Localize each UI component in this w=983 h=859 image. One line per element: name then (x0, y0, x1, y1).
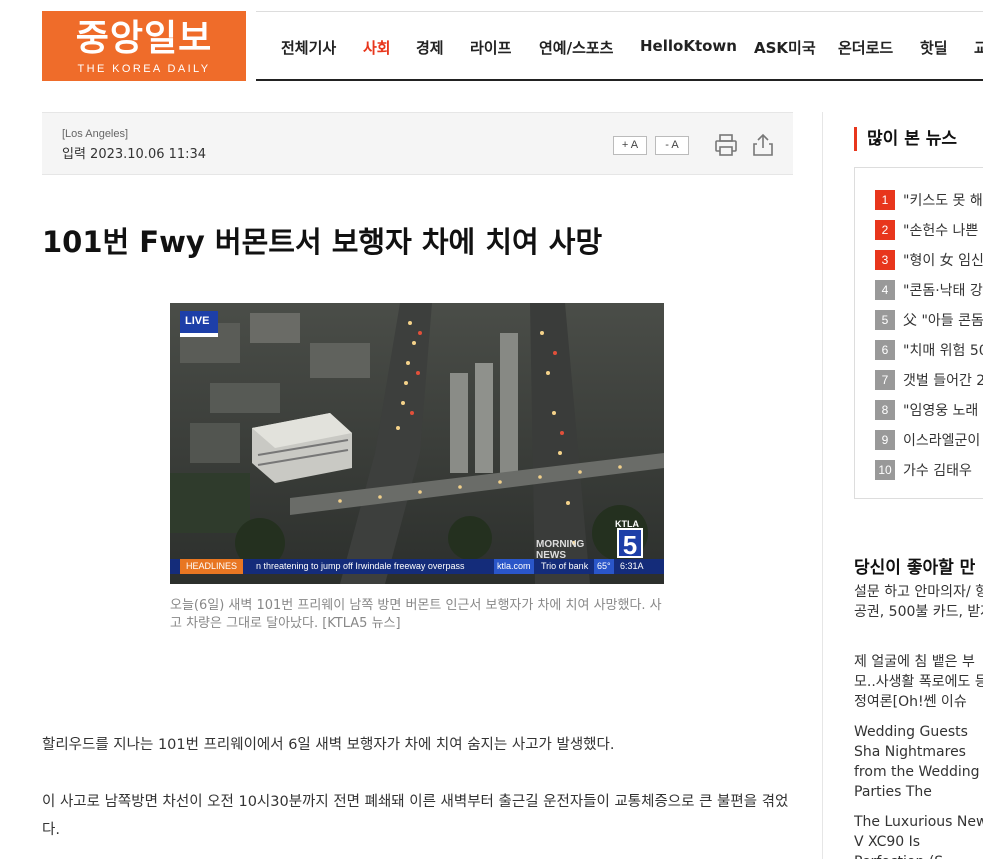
nav-item-society[interactable]: 사회 (363, 37, 391, 58)
popular-news-text: 갯벌 들어간 2 (903, 372, 983, 389)
article-photo[interactable]: LIVE MORNING NEWS KTLA 5 HEADLINES n thr… (170, 303, 664, 584)
rank-badge: 6 (875, 339, 895, 360)
column-divider (822, 112, 823, 859)
article-meta-bar: [Los Angeles] 입력 2023.10.06 11:34 + A - … (42, 112, 793, 175)
rank-badge: 10 (875, 459, 895, 480)
channel-number: 5 (617, 528, 643, 560)
popular-news-text: "형이 女 임신 (903, 252, 983, 269)
live-badge: LIVE (180, 311, 218, 337)
recommended-item[interactable]: 제 얼굴에 침 뱉은 부 모..사생활 폭로에도 등정여론[Oh!쎈 이슈 (854, 652, 983, 714)
popular-news-text: "치매 위험 50 (903, 342, 983, 359)
rank-badge: 7 (875, 369, 895, 390)
live-badge-text: LIVE (185, 315, 210, 327)
nav-item-life[interactable]: 라이프 (470, 37, 511, 58)
popular-news-item[interactable]: 1 "키스도 못 해 (875, 189, 983, 210)
recommended-text: Wedding Guests Sha Nightmares from the W… (854, 724, 980, 800)
share-icon[interactable] (750, 132, 776, 158)
recommended-title: 당신이 좋아할 만 (854, 558, 976, 578)
popular-news-text: 가수 김태우 (903, 462, 972, 479)
logo-english-text: THE KOREA DAILY (77, 63, 211, 75)
popular-news-text: "손헌수 나쁜 (903, 222, 979, 239)
popular-news-item[interactable]: 3 "형이 女 임신 (875, 249, 983, 270)
rank-badge: 9 (875, 429, 895, 450)
rank-badge: 2 (875, 219, 895, 240)
photo-caption: 오늘(6일) 새벽 101번 프리웨이 남쪽 방면 버몬트 인근서 보행자가 차… (170, 598, 662, 631)
news-ticker: HEADLINES n threatening to jump off Irwi… (170, 559, 664, 574)
nav-item-economy[interactable]: 경제 (416, 37, 444, 58)
recommended-text: 설문 하고 안마의자/ 항공권, 500불 카드, 받자 (854, 584, 983, 620)
nav-item-all-articles[interactable]: 전체기사 (281, 37, 336, 58)
article-location: [Los Angeles] (62, 128, 129, 140)
rank-badge: 1 (875, 189, 895, 210)
popular-news-text: "키스도 못 해 (903, 192, 983, 209)
logo-korean-text: 중앙일보 (75, 18, 213, 59)
recommended-item[interactable]: The Luxurious New V XC90 Is Perfection (… (854, 812, 983, 859)
article-paragraph: 이 사고로 남쪽방면 차선이 오전 10시30분까지 전면 폐쇄돼 이른 새벽부… (42, 794, 789, 838)
ticker-temperature: 65° (594, 559, 614, 574)
font-increase-button[interactable]: + A (613, 136, 647, 155)
rank-badge: 5 (875, 309, 895, 330)
ticker-text: n threatening to jump off Irwindale free… (256, 561, 465, 571)
recommended-text: 제 얼굴에 침 뱉은 부 모..사생활 폭로에도 등정여론[Oh!쎈 이슈 (854, 654, 983, 710)
nav-item-entertainment-sports[interactable]: 연예/스포츠 (539, 37, 613, 58)
site-logo[interactable]: 중앙일보 THE KOREA DAILY (42, 11, 246, 81)
font-decrease-button[interactable]: - A (655, 136, 689, 155)
popular-news-item[interactable]: 4 "콘돔·낙태 강 (875, 279, 983, 300)
page: 중앙일보 THE KOREA DAILY 전체기사 사회 경제 라이프 연예/스… (0, 0, 983, 859)
popular-news-item[interactable]: 8 "임영웅 노래 (875, 399, 983, 420)
popular-news-text: "콘돔·낙태 강 (903, 282, 983, 299)
nav-item-hot-deal[interactable]: 핫딜 (920, 37, 948, 58)
popular-news-title: 많이 본 뉴스 (854, 127, 957, 151)
ticker-tag: HEADLINES (180, 559, 244, 574)
print-icon[interactable] (713, 132, 739, 158)
ticker-extra: Trio of bank (541, 561, 589, 571)
main-nav: 전체기사 사회 경제 라이프 연예/스포츠 HelloKtown ASK미국 온… (256, 11, 983, 81)
ticker-time: 6:31A (620, 561, 644, 571)
popular-news-list: 1 "키스도 못 해 2 "손헌수 나쁜 3 "형이 女 임신 4 "콘돔·낙태 강 5… (854, 167, 983, 499)
popular-news-text: 父 "아들 콘돔 (903, 312, 983, 329)
article-headline: 101번 Fwy 버몬트서 보행자 차에 치여 사망 (42, 225, 603, 259)
popular-news-item[interactable]: 2 "손헌수 나쁜 (875, 219, 983, 240)
popular-news-item[interactable]: 5 父 "아들 콘돔 (875, 309, 983, 330)
recommended-item[interactable]: 설문 하고 안마의자/ 항공권, 500불 카드, 받자 (854, 582, 983, 644)
rank-badge: 8 (875, 399, 895, 420)
nav-item-ask-usa[interactable]: ASK미국 (754, 37, 816, 58)
ktla5-logo: KTLA 5 (614, 519, 648, 563)
ticker-site: ktla.com (494, 559, 534, 574)
nav-item-education[interactable]: 교 (974, 37, 983, 58)
morning-news-text: MORNING NEWS (536, 539, 585, 561)
article-date: 입력 2023.10.06 11:34 (62, 147, 207, 162)
nav-item-helloktown[interactable]: HelloKtown (640, 37, 737, 55)
popular-news-item[interactable]: 7 갯벌 들어간 2 (875, 369, 983, 390)
nav-item-on-the-road[interactable]: 온더로드 (838, 37, 893, 58)
popular-news-item[interactable]: 9 이스라엘군이 (875, 429, 983, 450)
rank-badge: 3 (875, 249, 895, 270)
popular-news-text: 이스라엘군이 (903, 432, 981, 449)
recommended-item[interactable]: Wedding Guests Sha Nightmares from the W… (854, 722, 983, 800)
rank-badge: 4 (875, 279, 895, 300)
popular-news-text: "임영웅 노래 (903, 402, 979, 419)
popular-news-item[interactable]: 6 "치매 위험 50 (875, 339, 983, 360)
article-paragraph: 할리우드를 지나는 101번 프리웨이에서 6일 새벽 보행자가 차에 치여 숨… (42, 737, 615, 753)
popular-news-item[interactable]: 10 가수 김태우 (875, 459, 983, 480)
recommended-text: The Luxurious New V XC90 Is Perfection (… (854, 814, 983, 859)
